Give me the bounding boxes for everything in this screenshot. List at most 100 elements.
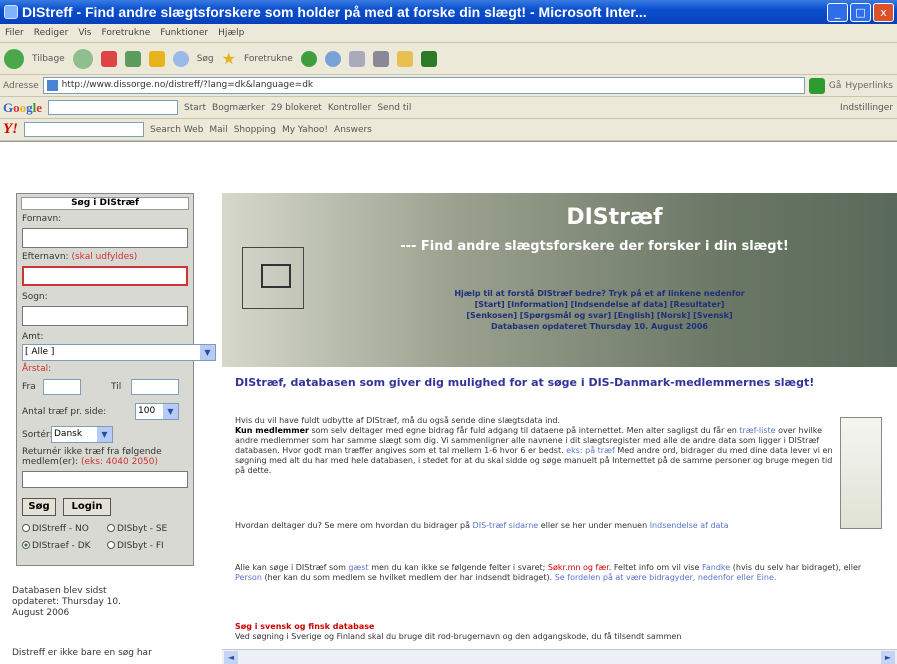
page-heading: DIStræf, databasen som giver dig mulighe… <box>235 376 815 389</box>
amt-select-value: [ Alle ] <box>25 347 55 357</box>
radio-selected-icon[interactable] <box>22 541 30 549</box>
sort-select[interactable]: Dansk ▼ <box>51 426 113 443</box>
yahoo-search-web-button[interactable]: Search Web <box>150 125 203 135</box>
horizontal-scrollbar[interactable]: ◄ ► <box>222 649 897 664</box>
standard-toolbar: Tilbage Søg ★ Foretrukne <box>0 43 897 75</box>
window-title: DIStreff - Find andre slægtsforskere som… <box>22 4 647 20</box>
fornavn-input[interactable] <box>22 228 188 248</box>
back-arrow-icon[interactable] <box>4 48 24 69</box>
history-icon[interactable] <box>324 50 341 67</box>
sort-value: Dansk <box>54 429 83 439</box>
results-per-page-select[interactable]: 100 ▼ <box>135 403 179 420</box>
google-logo: Google <box>3 99 43 115</box>
chevron-down-icon[interactable]: ▼ <box>200 345 215 360</box>
radio-icon[interactable] <box>107 541 115 549</box>
favorites-star-icon[interactable]: ★ <box>222 49 236 68</box>
radio-icon[interactable] <box>22 524 30 532</box>
chevron-down-icon[interactable]: ▼ <box>97 427 112 442</box>
contributor-benefits-link[interactable]: Se fordelen på at være bidragyder, neden… <box>555 573 777 582</box>
amt-label: Amt: <box>22 332 44 342</box>
banner-links-row-2[interactable]: [Senkosen] [Spørgsmål og svar] [English]… <box>222 310 897 321</box>
banner-subtitle: --- Find andre slægtsforskere der forske… <box>400 239 789 254</box>
menu-favorites[interactable]: Foretrukne <box>96 28 155 38</box>
sogn-input[interactable] <box>22 306 188 326</box>
menu-tools[interactable]: Funktioner <box>155 28 213 38</box>
google-settings-button[interactable]: Indstillinger <box>840 103 893 113</box>
menu-view[interactable]: Vis <box>73 28 96 38</box>
google-send-button[interactable]: Send til <box>377 103 411 113</box>
fandke-link[interactable]: Fandke <box>702 563 730 572</box>
print-icon[interactable] <box>372 50 389 67</box>
indsendelse-link[interactable]: Indsendelse af data <box>650 521 729 530</box>
stop-icon[interactable] <box>100 50 117 67</box>
favorites-button-label[interactable]: Foretrukne <box>244 54 293 64</box>
search-form: Søg i DIStræf Fornavn: Efternavn: (skal … <box>16 193 216 566</box>
year-to-input[interactable] <box>131 379 179 395</box>
banner-updated-text: Databasen opdateret Thursday 10. August … <box>491 322 708 331</box>
main-content: DIStræf --- Find andre slægtsforskere de… <box>222 142 897 664</box>
maximize-button[interactable]: □ <box>850 2 871 22</box>
radio-distreff-no[interactable]: DIStreff - NO <box>22 524 89 534</box>
search-button[interactable]: Søg <box>22 498 56 516</box>
mail-icon[interactable] <box>348 50 365 67</box>
fra-label: Fra <box>22 382 36 392</box>
sort-label: Sortér: <box>22 430 53 440</box>
radio-icon[interactable] <box>107 524 115 532</box>
google-search-input[interactable] <box>48 100 179 115</box>
google-toolbar: Google Start Bogmærker 29 blokeret Kontr… <box>0 97 897 119</box>
folder-icon[interactable] <box>396 50 413 67</box>
google-bookmarks-button[interactable]: Bogmærker <box>212 103 265 113</box>
go-button-label[interactable]: Gå <box>829 81 842 91</box>
yahoo-search-input[interactable] <box>24 122 144 137</box>
menu-help[interactable]: Hjælp <box>213 28 249 38</box>
google-popup-blocked[interactable]: 29 blokeret <box>271 103 322 113</box>
traef-liste-link[interactable]: træf-liste <box>739 426 775 435</box>
address-input[interactable]: http://www.dissorge.no/distreff/?lang=dk… <box>42 77 805 94</box>
efternavn-input[interactable] <box>22 266 188 286</box>
links-label[interactable]: Hyperlinks <box>845 81 893 91</box>
login-button[interactable]: Login <box>63 498 111 516</box>
search-button-label[interactable]: Søg <box>197 54 214 64</box>
google-check-button[interactable]: Kontroller <box>328 103 371 113</box>
swedish-finnish-heading: Søg i svensk og finsk database <box>235 622 375 631</box>
menu-file[interactable]: Filer <box>0 28 29 38</box>
radio-disbyt-fi[interactable]: DISbyt - FI <box>107 541 164 551</box>
menu-bar: Filer Rediger Vis Foretrukne Funktioner … <box>0 24 897 43</box>
dis-traef-link[interactable]: DIS-træf sidarne <box>473 521 539 530</box>
go-arrow-icon[interactable] <box>808 77 825 94</box>
person-link[interactable]: Person <box>235 573 262 582</box>
home-icon[interactable] <box>148 50 165 67</box>
messenger-icon[interactable] <box>420 50 437 67</box>
google-start-button[interactable]: Start <box>184 103 206 113</box>
close-button[interactable]: x <box>873 2 894 22</box>
banner-links-row-1[interactable]: [Start] [Information] [Indsendelse af da… <box>222 299 897 310</box>
internet-explorer-icon <box>4 5 18 19</box>
til-label: Til <box>111 382 122 392</box>
back-button-label[interactable]: Tilbage <box>32 54 65 64</box>
chevron-down-icon[interactable]: ▼ <box>163 404 178 419</box>
yahoo-logo[interactable]: Y! <box>3 121 18 138</box>
fornavn-label: Fornavn: <box>22 214 62 224</box>
yahoo-answers-button[interactable]: Answers <box>334 125 372 135</box>
page-icon <box>46 80 58 91</box>
guest-link[interactable]: gæst <box>348 563 368 572</box>
scroll-left-icon[interactable]: ◄ <box>224 651 238 664</box>
banner-title: DIStræf <box>566 205 663 230</box>
search-icon[interactable] <box>172 50 189 67</box>
yahoo-mail-button[interactable]: Mail <box>209 125 227 135</box>
yahoo-my-yahoo-button[interactable]: My Yahoo! <box>282 125 328 135</box>
radio-distraef-dk[interactable]: DIStraef - DK <box>22 541 91 551</box>
amt-select[interactable]: [ Alle ] ▼ <box>22 344 216 361</box>
scroll-right-icon[interactable]: ► <box>881 651 895 664</box>
refresh-icon[interactable] <box>124 50 141 67</box>
forward-arrow-icon[interactable] <box>72 48 93 69</box>
page-viewport: Søg i DIStræf Fornavn: Efternavn: (skal … <box>0 141 897 664</box>
minimize-button[interactable]: _ <box>827 2 848 22</box>
example-link[interactable]: eks: på træf <box>566 446 615 455</box>
exclude-members-input[interactable] <box>22 471 188 488</box>
media-icon[interactable] <box>300 50 317 67</box>
yahoo-shopping-button[interactable]: Shopping <box>234 125 276 135</box>
year-from-input[interactable] <box>43 379 81 395</box>
radio-disbyt-se[interactable]: DISbyt - SE <box>107 524 167 534</box>
menu-edit[interactable]: Rediger <box>29 28 74 38</box>
